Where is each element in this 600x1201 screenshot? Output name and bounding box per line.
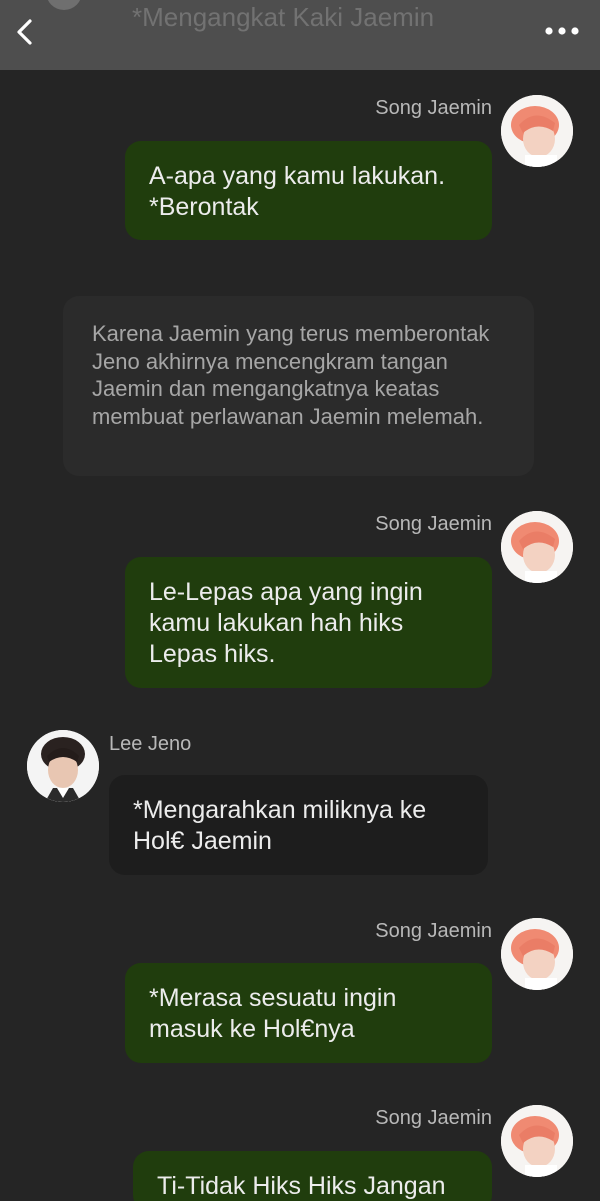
sender-name: Song Jaemin [375,920,492,942]
message-text: Le-Lepas apa yang ingin kamu lakukan hah… [149,578,423,668]
avatar-portrait-icon [27,730,99,802]
more-options-button[interactable] [540,18,584,44]
chat-header: *Mengangkat Kaki Jaemin [0,0,600,70]
sender-name: Song Jaemin [375,1107,492,1129]
avatar-song-jaemin[interactable] [501,511,573,583]
message-text: Ti-Tidak Hiks Hiks Jangan [157,1172,446,1200]
message-text: *Mengarahkan miliknya ke Hol€ Jaemin [133,796,427,855]
avatar-lee-jeno[interactable] [27,730,99,802]
chevron-left-icon [17,19,32,45]
message-bubble: A-apa yang kamu lakukan. *Berontak [125,141,492,240]
header-avatar [46,0,82,10]
message-bubble: *Mengarahkan miliknya ke Hol€ Jaemin [109,775,488,875]
chat-title: *Mengangkat Kaki Jaemin [132,2,435,32]
message-bubble: Le-Lepas apa yang ingin kamu lakukan hah… [125,557,492,688]
avatar-portrait-icon [501,95,573,167]
avatar-song-jaemin[interactable] [501,1105,573,1177]
avatar-portrait-icon [501,1105,573,1177]
avatar-song-jaemin[interactable] [501,918,573,990]
avatar-portrait-icon [501,918,573,990]
more-dots-icon [545,27,579,35]
message-text: *Merasa sesuatu ingin masuk ke Hol€nya [149,984,397,1043]
back-button[interactable] [8,12,44,52]
avatar-song-jaemin[interactable] [501,95,573,167]
avatar-portrait-icon [501,511,573,583]
sender-name: Lee Jeno [109,733,192,755]
sender-name: Song Jaemin [375,513,492,535]
chat-screen: *Mengangkat Kaki Jaemin Song Jaemin A-ap… [0,0,600,1201]
message-bubble: *Merasa sesuatu ingin masuk ke Hol€nya [125,963,492,1063]
message-text: A-apa yang kamu lakukan. *Berontak [149,162,446,221]
sender-name: Song Jaemin [375,97,492,119]
narration-bubble: Karena Jaemin yang terus memberontak Jen… [63,296,534,476]
message-bubble: Ti-Tidak Hiks Hiks Jangan [133,1151,492,1201]
